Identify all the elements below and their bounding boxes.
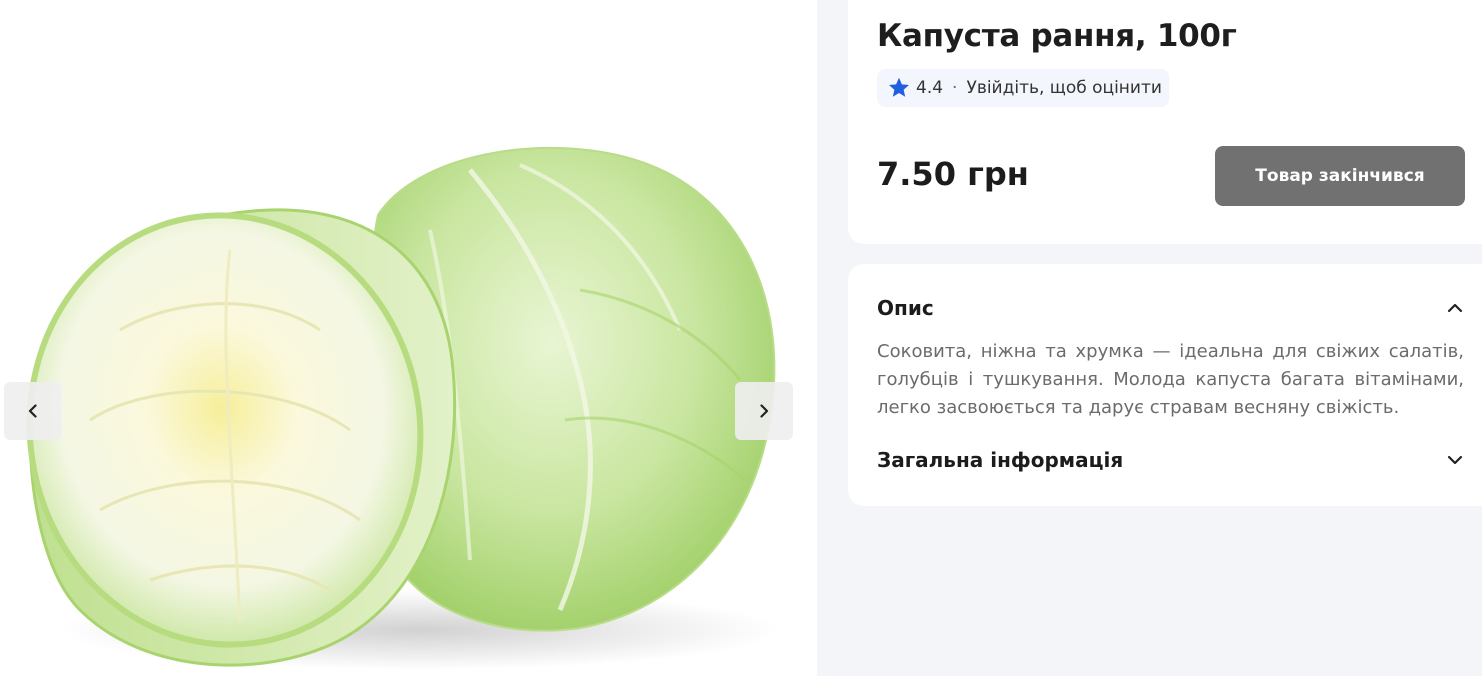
- general-info-title: Загальна інформація: [877, 448, 1124, 472]
- product-info-card: Капуста рання, 100г 4.4 · Увійдіть, щоб …: [848, 0, 1482, 244]
- description-accordion-header[interactable]: Опис: [877, 293, 1464, 323]
- gallery-next-button[interactable]: [735, 382, 793, 440]
- rating-pill: 4.4 · Увійдіть, щоб оцінити: [877, 69, 1169, 107]
- rating-separator: ·: [952, 78, 958, 98]
- rating-value: 4.4: [916, 78, 944, 98]
- star-icon: [889, 77, 909, 97]
- login-to-rate-link[interactable]: Увійдіть, щоб оцінити: [966, 78, 1161, 98]
- product-details-card: Опис Соковита, ніжна та хрумка — ідеальн…: [848, 264, 1482, 506]
- gallery-prev-button[interactable]: [4, 382, 62, 440]
- chevron-right-icon: [760, 404, 769, 418]
- product-gallery: [0, 0, 817, 676]
- product-title: Капуста рання, 100г: [877, 18, 1237, 54]
- out-of-stock-button[interactable]: Товар закінчився: [1215, 146, 1465, 206]
- description-text: Соковита, ніжна та хрумка — ідеальна для…: [877, 341, 1464, 418]
- chevron-down-icon: [1447, 455, 1463, 465]
- chevron-up-icon: [1447, 303, 1463, 313]
- chevron-left-icon: [28, 404, 37, 418]
- general-info-accordion-header[interactable]: Загальна інформація: [877, 445, 1464, 475]
- description-title: Опис: [877, 296, 934, 320]
- product-price: 7.50 грн: [877, 155, 1029, 193]
- product-image: [26, 146, 780, 670]
